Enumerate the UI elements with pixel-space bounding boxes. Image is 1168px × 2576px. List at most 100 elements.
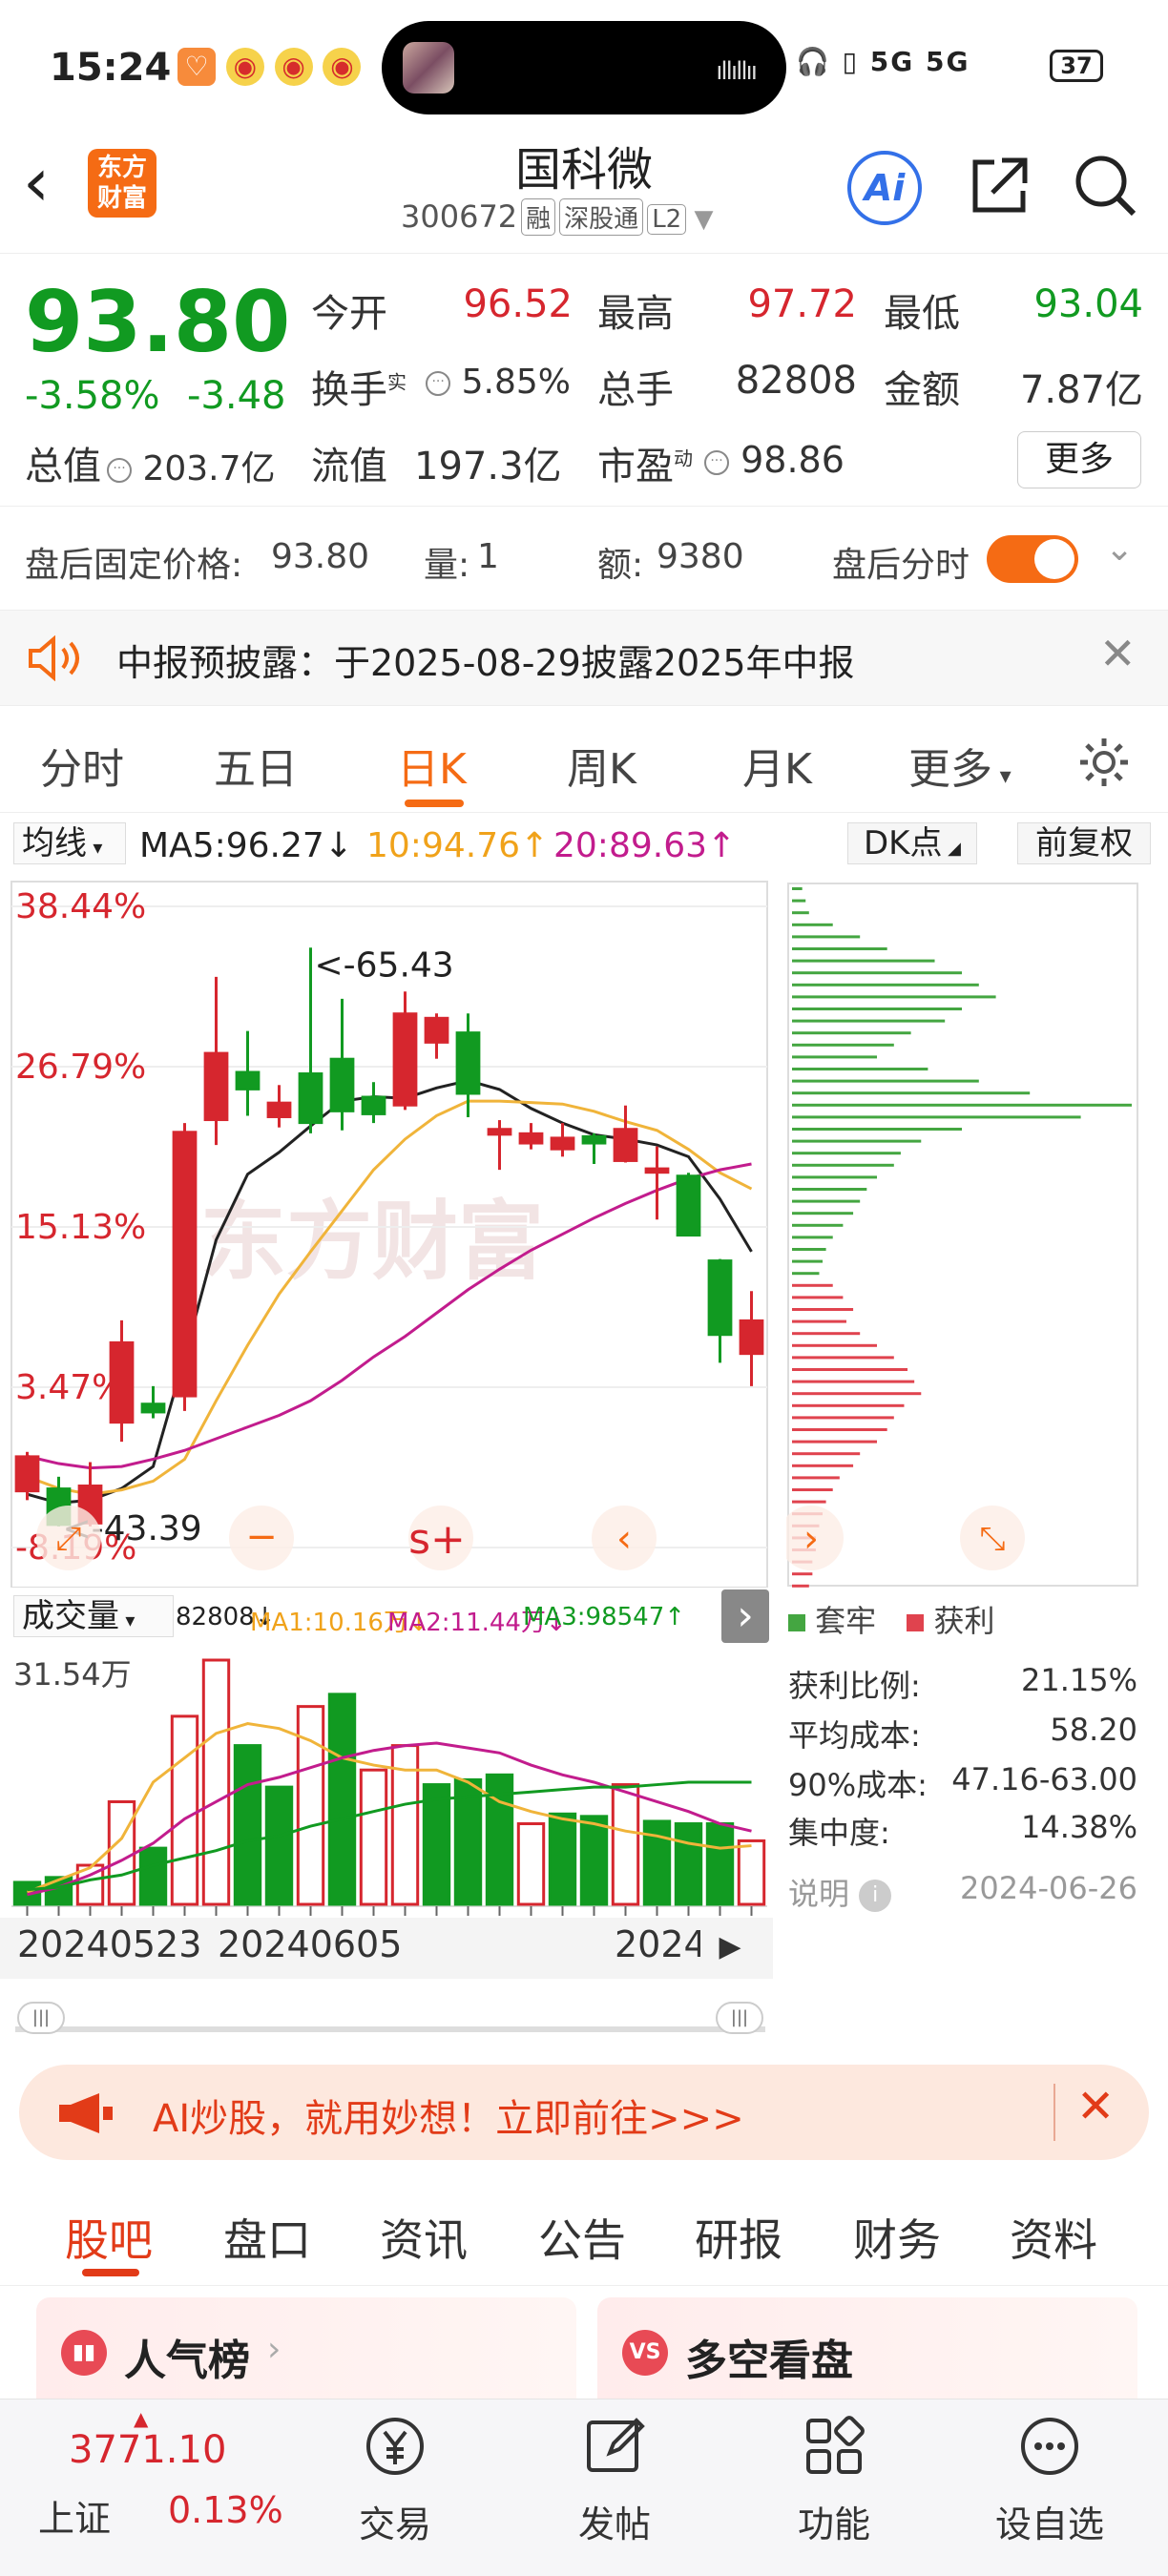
index-percent[interactable]: 0.13%	[168, 2489, 283, 2531]
add-watchlist-label: 设自选	[994, 2503, 1104, 2545]
info-icon[interactable]: i	[859, 1880, 892, 1912]
after-hours-bar: 盘后固定价格: 93.80 量: 1 额: 9380 盘后分时 ⌄	[0, 506, 1168, 611]
trapped-level-bar	[792, 1055, 877, 1059]
tab-daily-k[interactable]: 日K	[397, 735, 467, 796]
chevron-right-icon: ›	[267, 2330, 282, 2369]
tab-orderbook[interactable]: 盘口	[223, 2206, 311, 2269]
candle	[644, 1146, 670, 1220]
chevron-down-icon[interactable]: ⌄	[1105, 530, 1134, 569]
kline-chart[interactable]: 东方财富 38.44%26.79%15.13%3.47%-8.19% <-65.…	[0, 870, 773, 1588]
up-arrow-icon: ▲	[134, 2407, 149, 2430]
indicator-selector[interactable]: 均线 ▾	[13, 822, 126, 864]
trapped-level-bar	[792, 1163, 894, 1167]
scroll-handle-left[interactable]: |||	[17, 2002, 65, 2034]
after-hours-toggle[interactable]	[987, 535, 1078, 583]
after-hours-amt-label: 额:	[597, 546, 644, 585]
volume-bar	[327, 1693, 357, 1906]
popularity-card[interactable]: ▮▮ 人气榜 ›	[36, 2297, 576, 2399]
candle-body	[613, 1128, 638, 1162]
trapped-level-bar	[792, 1212, 854, 1215]
close-icon[interactable]: ✕	[1076, 2080, 1115, 2133]
volume-chart[interactable]: 31.54万	[0, 1647, 773, 1918]
turnover-value: ··· 5.85%	[416, 363, 571, 402]
tab-weekly-k[interactable]: 周K	[567, 735, 636, 796]
volume-bar	[44, 1876, 73, 1906]
info-dot-icon[interactable]: ···	[107, 458, 132, 483]
dropdown-icon[interactable]: ▼	[686, 205, 713, 234]
ma20-text: 20:89.63↑	[553, 826, 737, 865]
more-button[interactable]: 更多	[1017, 431, 1141, 488]
volume-legend-row: 成交量 ▾ 82808↓ MA1:10.16万↓ MA2:11.44万↓ MA3…	[0, 1589, 773, 1643]
fullscreen-icon: ⤡	[979, 1520, 1005, 1558]
y-axis-label: 38.44%	[15, 887, 146, 926]
notice-banner[interactable]: 中报预披露：于2025-08-29披露2025年中报 ✕	[0, 611, 1168, 706]
expand-indicators-button[interactable]: ›	[721, 1589, 769, 1643]
ai-promo-banner[interactable]: AI炒股，就用妙想！立即前往>>> ✕	[19, 2065, 1149, 2160]
notice-text: 中报预披露：于2025-08-29披露2025年中报	[116, 642, 855, 684]
tab-more[interactable]: 更多 ▾	[908, 735, 1012, 796]
legend-profit-swatch	[907, 1614, 925, 1631]
info-dot-icon[interactable]: ···	[426, 371, 451, 396]
chart-scroll-track[interactable]	[15, 2013, 765, 2032]
profit-level-bar	[792, 1332, 861, 1336]
content-tabs: 股吧 盘口 资讯 公告 研报 财务 资料	[0, 2179, 1168, 2286]
candle	[676, 1173, 701, 1237]
index-value[interactable]: 3771.10	[69, 2428, 226, 2472]
tab-forum[interactable]: 股吧	[65, 2206, 153, 2269]
more-dots-icon	[1021, 2418, 1078, 2475]
trapped-level-bar	[792, 1259, 824, 1263]
add-watchlist-button[interactable]: 设自选	[983, 2413, 1116, 2547]
tab-intraday[interactable]: 分时	[40, 735, 124, 796]
mktcap-label: 总值	[25, 445, 101, 488]
tab-profile[interactable]: 资料	[1010, 2206, 1097, 2269]
y-axis-label: 3.47%	[15, 1368, 124, 1407]
candle-body	[455, 1031, 481, 1095]
profit-level-bar	[792, 1584, 809, 1588]
ma10-line	[26, 1099, 753, 1496]
close-icon[interactable]: ✕	[1099, 628, 1137, 679]
tab-announcements[interactable]: 公告	[538, 2206, 626, 2269]
change-percent: -3.58%	[25, 374, 160, 418]
trapped-level-bar	[792, 1199, 861, 1203]
play-icon[interactable]: ▶	[706, 1923, 754, 1971]
index-name[interactable]: 上证	[38, 2489, 111, 2542]
megaphone-icon	[59, 2093, 113, 2133]
post-button[interactable]: 发帖	[548, 2413, 681, 2547]
ai-button[interactable]: Ai	[847, 151, 922, 225]
date-axis: 20240523 20240605 2024 ▶	[0, 1918, 773, 1979]
candle-body	[14, 1455, 40, 1493]
tab-monthly-k[interactable]: 月K	[742, 735, 812, 796]
trade-button[interactable]: 交易	[328, 2413, 462, 2547]
profit-level-bar	[792, 1296, 844, 1299]
volume-bar	[422, 1783, 451, 1906]
profit-level-bar	[792, 1440, 877, 1444]
dk-button[interactable]: DK点 ◢	[847, 822, 977, 864]
adjust-button[interactable]: 前复权	[1017, 822, 1151, 864]
tab-news[interactable]: 资讯	[380, 2206, 468, 2269]
candle	[172, 1123, 198, 1411]
share-icon[interactable]	[966, 153, 1032, 219]
volume-value: 82808	[735, 359, 857, 403]
volume-bar	[264, 1785, 294, 1906]
tab-five-day[interactable]: 五日	[214, 735, 298, 796]
heart-app-icon: ♡	[177, 48, 216, 86]
scroll-handle-right[interactable]: |||	[716, 2002, 763, 2034]
legend-trapped: 套牢	[815, 1603, 877, 1639]
functions-button[interactable]: 功能	[767, 2413, 901, 2547]
after-hours-amt: 9380	[657, 537, 744, 576]
trapped-level-bar	[792, 899, 806, 903]
stat-explain[interactable]: 说明 i 2024-06-26	[788, 1870, 1137, 1918]
high-value: 97.72	[747, 282, 857, 326]
open-value: 96.52	[463, 282, 573, 326]
volume-selector[interactable]: 成交量 ▾	[13, 1595, 174, 1637]
search-icon[interactable]	[1073, 153, 1139, 219]
pe-label: 市盈动	[597, 445, 693, 488]
candle	[109, 1319, 135, 1443]
bull-bear-card[interactable]: VS 多空看盘	[597, 2297, 1137, 2399]
dynamic-island[interactable]: ıllıllıı	[382, 21, 786, 114]
gear-icon[interactable]	[1076, 735, 1132, 790]
tab-research[interactable]: 研报	[695, 2206, 782, 2269]
tab-financials[interactable]: 财务	[853, 2206, 941, 2269]
info-dot-icon[interactable]: ···	[704, 449, 729, 475]
low-value: 93.04	[1033, 282, 1143, 326]
